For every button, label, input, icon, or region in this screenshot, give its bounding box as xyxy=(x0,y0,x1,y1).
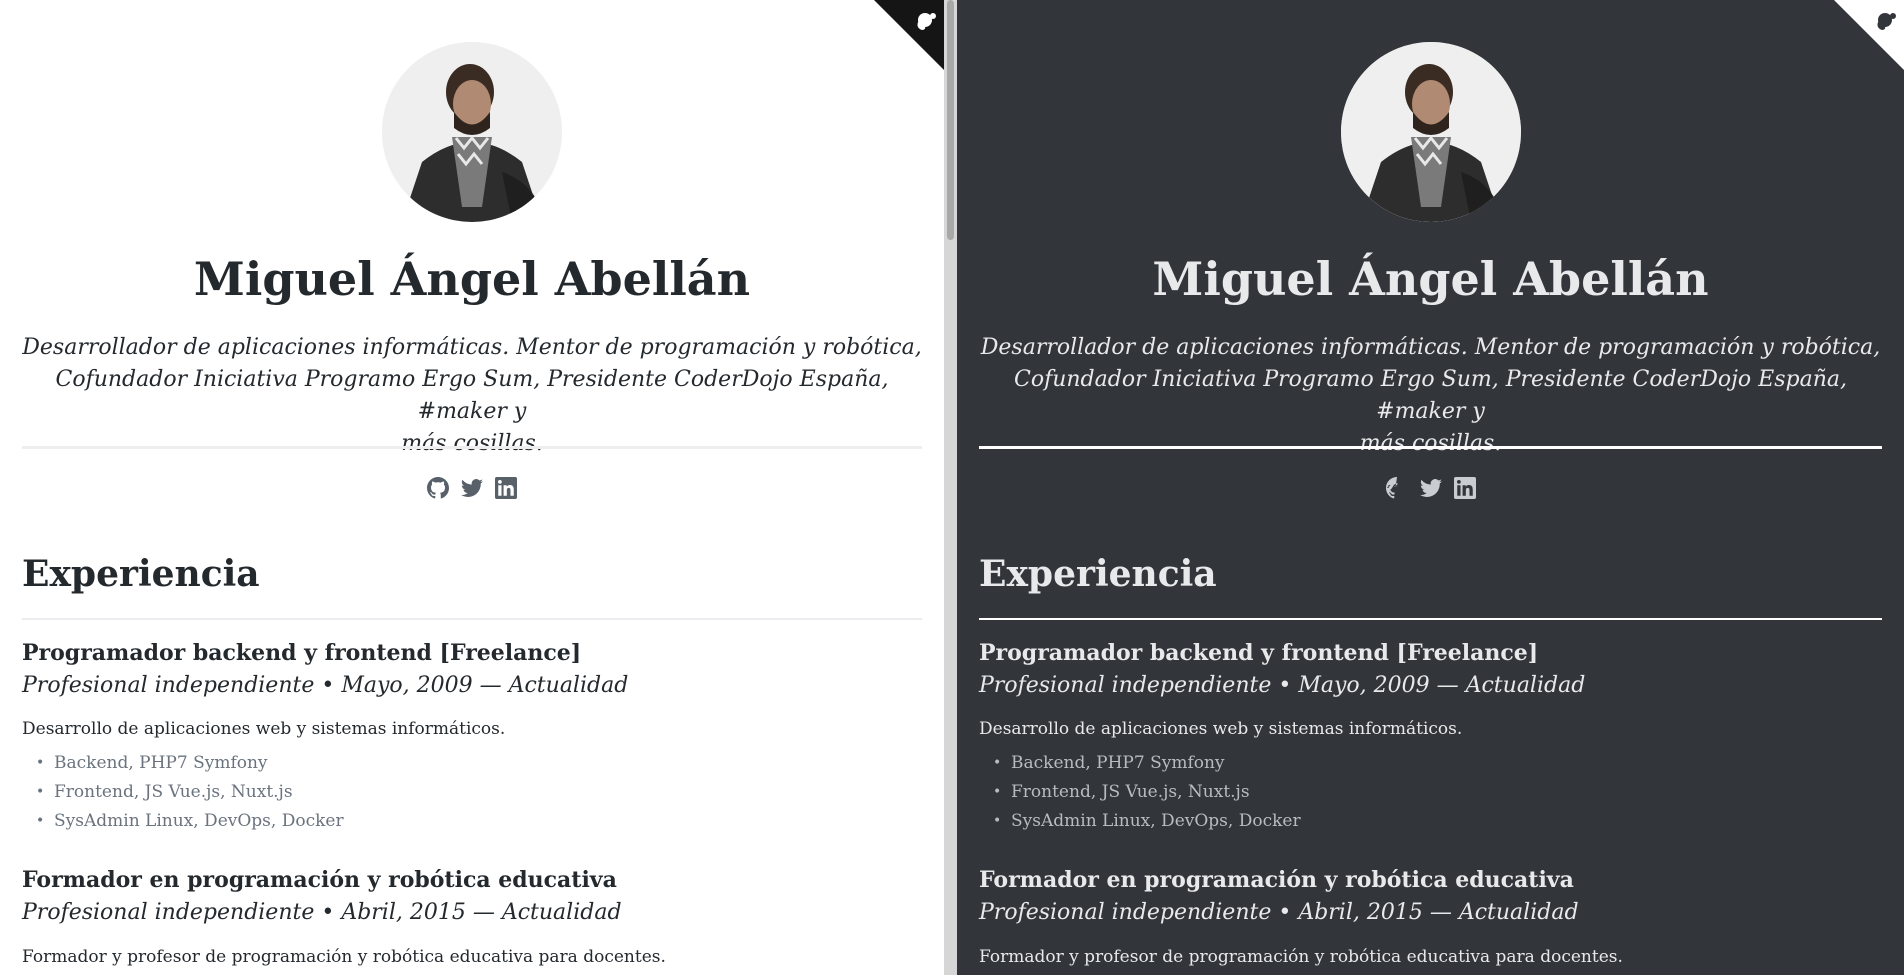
tagline-line: Cofundador Iniciativa Programo Ergo Sum,… xyxy=(1013,367,1847,424)
twitter-link[interactable] xyxy=(461,477,483,499)
job-title: Formador en programación y robótica educ… xyxy=(979,867,1574,893)
job-meta: Profesional independiente • Abril, 2015 … xyxy=(979,900,1579,925)
profile-name: Miguel Ángel Abellán xyxy=(193,252,751,306)
job-title: Programador backend y frontend [Freelanc… xyxy=(979,640,1539,666)
dark-theme-pane: Miguel Ángel Abellán Desarrollador de ap… xyxy=(957,0,1904,975)
pane-scrollbar[interactable] xyxy=(944,0,957,975)
job-description: Formador y profesor de programación y ro… xyxy=(979,947,1623,967)
list-item: SysAdmin Linux, DevOps, Docker xyxy=(22,807,344,836)
tagline-line: Desarrollador de aplicaciones informátic… xyxy=(22,335,922,360)
social-links xyxy=(422,477,522,499)
section-title-experience: Experiencia xyxy=(979,553,1217,595)
twitter-icon xyxy=(1419,479,1442,497)
social-links xyxy=(1381,477,1481,499)
job-description: Desarrollo de aplicaciones web y sistema… xyxy=(979,719,1463,739)
light-theme-pane: Miguel Ángel Abellán Desarrollador de ap… xyxy=(0,0,944,975)
twitter-icon xyxy=(461,479,483,497)
section-divider xyxy=(979,618,1882,620)
avatar xyxy=(382,42,562,222)
linkedin-link[interactable] xyxy=(1453,477,1476,499)
tagline-line: más cosillas. xyxy=(1359,431,1502,456)
section-title-experience: Experiencia xyxy=(22,553,260,595)
theme-corner-ribbon[interactable] xyxy=(874,0,944,70)
avatar xyxy=(1340,42,1521,222)
profile-name: Miguel Ángel Abellán xyxy=(1152,252,1709,306)
header-divider xyxy=(22,446,922,449)
job-meta: Profesional independiente • Mayo, 2009 —… xyxy=(979,673,1586,698)
github-link[interactable] xyxy=(1385,477,1408,499)
github-icon xyxy=(427,477,449,499)
list-item: Backend, PHP7 Symfony xyxy=(979,749,1301,778)
job-skill-list: Backend, PHP7 Symfony Frontend, JS Vue.j… xyxy=(22,749,344,836)
theme-corner-ribbon[interactable] xyxy=(1834,0,1904,70)
job-meta: Profesional independiente • Mayo, 2009 —… xyxy=(22,673,629,698)
github-icon xyxy=(1385,477,1398,499)
linkedin-link[interactable] xyxy=(495,477,517,499)
section-divider xyxy=(22,618,922,620)
tagline-line: más cosillas. xyxy=(401,431,543,456)
list-item: Frontend, JS Vue.js, Nuxt.js xyxy=(22,778,344,807)
job-title: Formador en programación y robótica educ… xyxy=(22,867,617,893)
linkedin-icon xyxy=(495,477,517,499)
job-skill-list: Backend, PHP7 Symfony Frontend, JS Vue.j… xyxy=(979,749,1301,836)
job-description: Desarrollo de aplicaciones web y sistema… xyxy=(22,719,506,739)
list-item: Frontend, JS Vue.js, Nuxt.js xyxy=(979,778,1301,807)
linkedin-icon xyxy=(1453,477,1476,499)
list-item: SysAdmin Linux, DevOps, Docker xyxy=(979,807,1301,836)
header-divider xyxy=(979,446,1882,449)
github-link[interactable] xyxy=(427,477,449,499)
job-meta: Profesional independiente • Abril, 2015 … xyxy=(22,900,622,925)
profile-tagline: Desarrollador de aplicaciones informátic… xyxy=(22,332,922,460)
scrollbar-thumb[interactable] xyxy=(947,0,954,240)
tagline-line: Cofundador Iniciativa Programo Ergo Sum,… xyxy=(55,367,889,424)
job-description: Formador y profesor de programación y ro… xyxy=(22,947,666,967)
twitter-link[interactable] xyxy=(1419,477,1442,499)
tagline-line: Desarrollador de aplicaciones informátic… xyxy=(980,335,1881,360)
list-item: Backend, PHP7 Symfony xyxy=(22,749,344,778)
job-title: Programador backend y frontend [Freelanc… xyxy=(22,640,582,666)
profile-tagline: Desarrollador de aplicaciones informátic… xyxy=(979,332,1882,460)
